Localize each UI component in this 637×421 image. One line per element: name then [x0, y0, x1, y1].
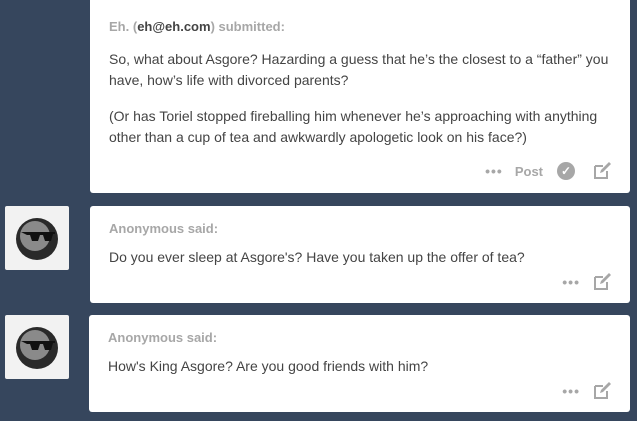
avatar[interactable]: [5, 206, 69, 270]
ask-text: Do you ever sleep at Asgore's? Have you …: [109, 249, 525, 265]
submission-header: Eh. (eh@eh.com) submitted:: [109, 19, 285, 34]
header-suffix: submitted:: [218, 19, 285, 34]
edit-icon[interactable]: [592, 381, 612, 401]
ask-text: How's King Asgore? Are you good friends …: [108, 358, 429, 374]
edit-icon[interactable]: [592, 161, 612, 181]
submission-paragraph-1: So, what about Asgore? Hazarding a guess…: [109, 51, 609, 88]
edit-icon[interactable]: [592, 272, 612, 292]
check-icon[interactable]: ✓: [557, 162, 575, 180]
ask-actions: •••: [562, 381, 612, 401]
ask-actions: •••: [562, 272, 612, 292]
ask-card: Anonymous said: Do you ever sleep at Asg…: [90, 206, 630, 303]
more-options-button[interactable]: •••: [485, 163, 503, 179]
post-button[interactable]: Post: [515, 164, 543, 179]
ask-card: Anonymous said: How's King Asgore? Are y…: [89, 315, 630, 412]
submission-actions: ••• Post ✓: [485, 161, 612, 181]
submission-paragraph-2: (Or has Toriel stopped fireballing him w…: [109, 108, 598, 145]
sender-name: Eh.: [109, 19, 130, 34]
more-options-button[interactable]: •••: [562, 383, 580, 399]
sunglasses-avatar-icon: [16, 218, 58, 260]
ask-header: Anonymous said:: [108, 330, 218, 345]
avatar[interactable]: [5, 315, 69, 379]
sunglasses-avatar-icon: [16, 327, 58, 369]
submission-card: Eh. (eh@eh.com) submitted: So, what abou…: [90, 0, 630, 193]
more-options-button[interactable]: •••: [562, 274, 580, 290]
sender-email[interactable]: eh@eh.com: [137, 19, 210, 34]
ask-header: Anonymous said:: [109, 221, 219, 236]
